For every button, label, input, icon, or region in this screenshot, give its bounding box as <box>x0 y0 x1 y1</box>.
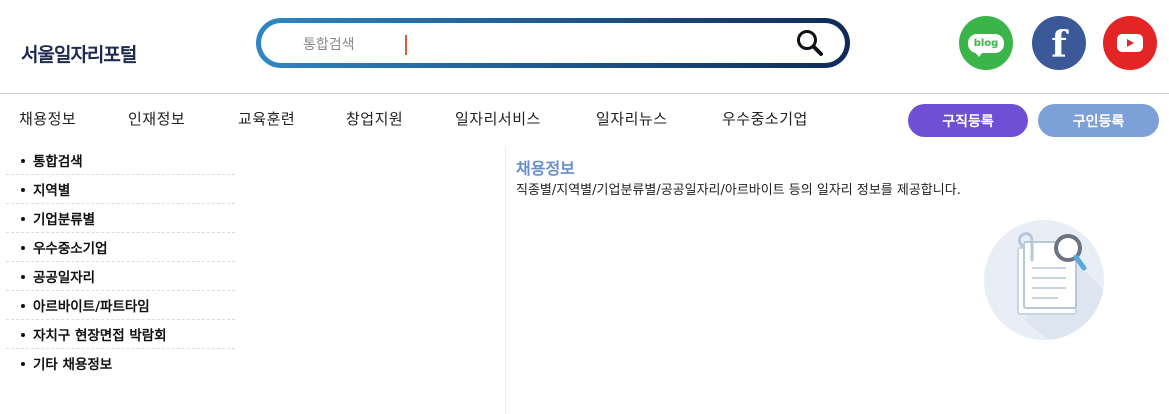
search-input[interactable] <box>301 30 785 60</box>
search-icon <box>797 30 823 56</box>
bullet <box>21 275 25 279</box>
blog-link[interactable]: blog <box>959 16 1013 70</box>
blog-icon: blog <box>967 33 1005 57</box>
page-title: 채용정보 <box>516 159 575 178</box>
sidebar-item-part-time[interactable]: 아르바이트/파트타임 <box>6 291 235 320</box>
content-divider <box>505 146 506 414</box>
page-description: 직종별/지역별/기업분류별/공공일자리/아르바이트 등의 일자리 정보를 제공합… <box>516 183 961 198</box>
sidebar-item-job-fair[interactable]: 자치구 현장면접 박람회 <box>6 320 235 349</box>
nav-item-sme[interactable]: 우수중소기업 <box>722 108 808 129</box>
site-logo[interactable]: 서울일자리포털 <box>21 40 137 67</box>
bullet <box>21 362 25 366</box>
search-button[interactable] <box>795 28 825 58</box>
sidebar-item-integrated-search[interactable]: 통합검색 <box>6 146 235 175</box>
facebook-link[interactable]: f <box>1032 16 1086 70</box>
header-divider <box>0 93 1169 94</box>
bullet <box>21 188 25 192</box>
document-magnifier-icon <box>984 220 1104 340</box>
bullet <box>21 333 25 337</box>
document-search-illustration <box>984 220 1104 340</box>
nav-item-job-services[interactable]: 일자리서비스 <box>455 108 541 129</box>
nav-item-education[interactable]: 교육훈련 <box>238 108 295 129</box>
facebook-icon: f <box>1051 24 1067 66</box>
search-bar <box>256 18 850 68</box>
job-seeker-register-button[interactable]: 구직등록 <box>908 104 1028 137</box>
sidebar-item-by-region[interactable]: 지역별 <box>6 175 235 204</box>
sidebar-item-sme[interactable]: 우수중소기업 <box>6 233 235 262</box>
recruiter-register-button[interactable]: 구인등록 <box>1038 104 1159 137</box>
text-cursor <box>405 35 407 55</box>
nav-item-talent-info[interactable]: 인재정보 <box>128 108 185 129</box>
nav-item-job-info[interactable]: 채용정보 <box>19 108 76 129</box>
sidebar-item-by-company-type[interactable]: 기업분류별 <box>6 204 235 233</box>
sidebar-item-other-jobs[interactable]: 기타 채용정보 <box>6 349 235 377</box>
sidebar-item-public-jobs[interactable]: 공공일자리 <box>6 262 235 291</box>
nav-item-job-news[interactable]: 일자리뉴스 <box>596 108 668 129</box>
bullet <box>21 246 25 250</box>
bullet <box>21 217 25 221</box>
sidebar-menu: 통합검색 지역별 기업분류별 우수중소기업 공공일자리 아르바이트/파트타임 자… <box>6 146 235 377</box>
bullet <box>21 159 25 163</box>
youtube-icon <box>1117 34 1143 52</box>
youtube-link[interactable] <box>1103 16 1157 70</box>
nav-item-startup[interactable]: 창업지원 <box>346 108 403 129</box>
bullet <box>21 304 25 308</box>
